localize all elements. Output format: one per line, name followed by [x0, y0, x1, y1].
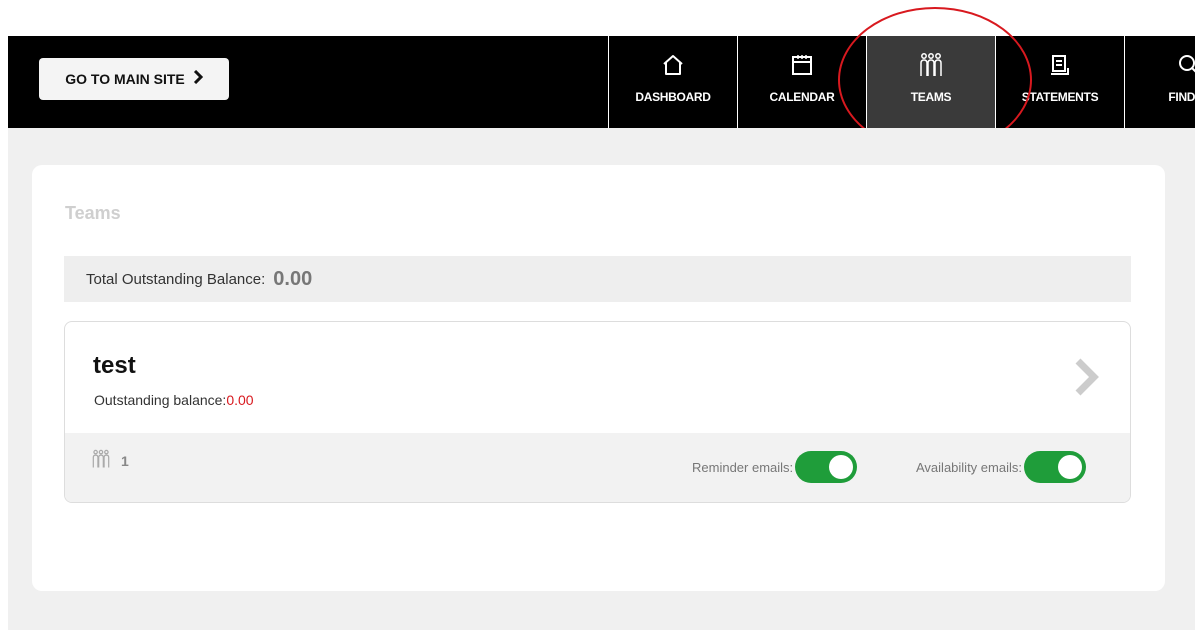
reminder-emails-toggle[interactable]: [795, 451, 858, 483]
top-navigation-bar: GO TO MAIN SITE DASHBOARD CALENDAR TEAMS…: [8, 36, 1195, 138]
availability-emails-label: Availability emails:: [916, 459, 1022, 475]
team-name: test: [93, 352, 136, 379]
team-icon: [918, 52, 944, 78]
chevron-right-icon: [193, 69, 203, 89]
toggle-knob: [829, 455, 854, 479]
nav-item-statements[interactable]: STATEMENTS: [995, 36, 1124, 128]
nav-label: FIND RI: [1168, 90, 1195, 104]
team-balance-value: 0.00: [226, 392, 254, 408]
chevron-right-icon[interactable]: [1074, 358, 1100, 401]
reminder-emails-group: Reminder emails:: [692, 451, 858, 483]
nav-item-dashboard[interactable]: DASHBOARD: [608, 36, 737, 128]
home-icon: [661, 52, 685, 78]
nav-label: CALENDAR: [769, 90, 835, 104]
team-icon: [91, 449, 111, 472]
main-nav: DASHBOARD CALENDAR TEAMS STATEMENTS FIND: [608, 36, 1195, 138]
team-card-footer: 1 Reminder emails: Availability emails:: [65, 433, 1130, 502]
member-count-value: 1: [121, 452, 129, 469]
nav-item-calendar[interactable]: CALENDAR: [737, 36, 866, 128]
toggle-knob: [1057, 455, 1082, 479]
availability-emails-group: Availability emails:: [916, 451, 1086, 483]
calendar-icon: [790, 52, 814, 78]
nav-item-teams[interactable]: TEAMS: [866, 36, 995, 138]
team-balance-label: Outstanding balance:: [94, 392, 227, 408]
page-title: Teams: [65, 203, 121, 223]
member-count: 1: [91, 449, 129, 472]
teams-panel: Teams Total Outstanding Balance: 0.00 te…: [32, 165, 1165, 591]
total-balance-label: Total Outstanding Balance:: [86, 270, 266, 288]
search-icon: [1177, 52, 1195, 78]
statement-icon: [1048, 52, 1072, 78]
availability-emails-toggle[interactable]: [1023, 451, 1086, 483]
nav-label: TEAMS: [910, 90, 952, 104]
go-to-main-site-button[interactable]: GO TO MAIN SITE: [39, 58, 229, 100]
go-to-main-site-label: GO TO MAIN SITE: [65, 71, 185, 87]
nav-label: STATEMENTS: [1021, 90, 1099, 104]
total-balance-value: 0.00: [273, 267, 313, 290]
total-balance-bar: Total Outstanding Balance: 0.00: [64, 256, 1131, 302]
team-card[interactable]: test Outstanding balance:0.00 1 Reminder…: [64, 321, 1131, 503]
nav-label: DASHBOARD: [635, 90, 711, 104]
team-balance: Outstanding balance:0.00: [94, 392, 254, 408]
nav-item-find[interactable]: FIND RI: [1124, 36, 1195, 128]
reminder-emails-label: Reminder emails:: [692, 459, 794, 475]
